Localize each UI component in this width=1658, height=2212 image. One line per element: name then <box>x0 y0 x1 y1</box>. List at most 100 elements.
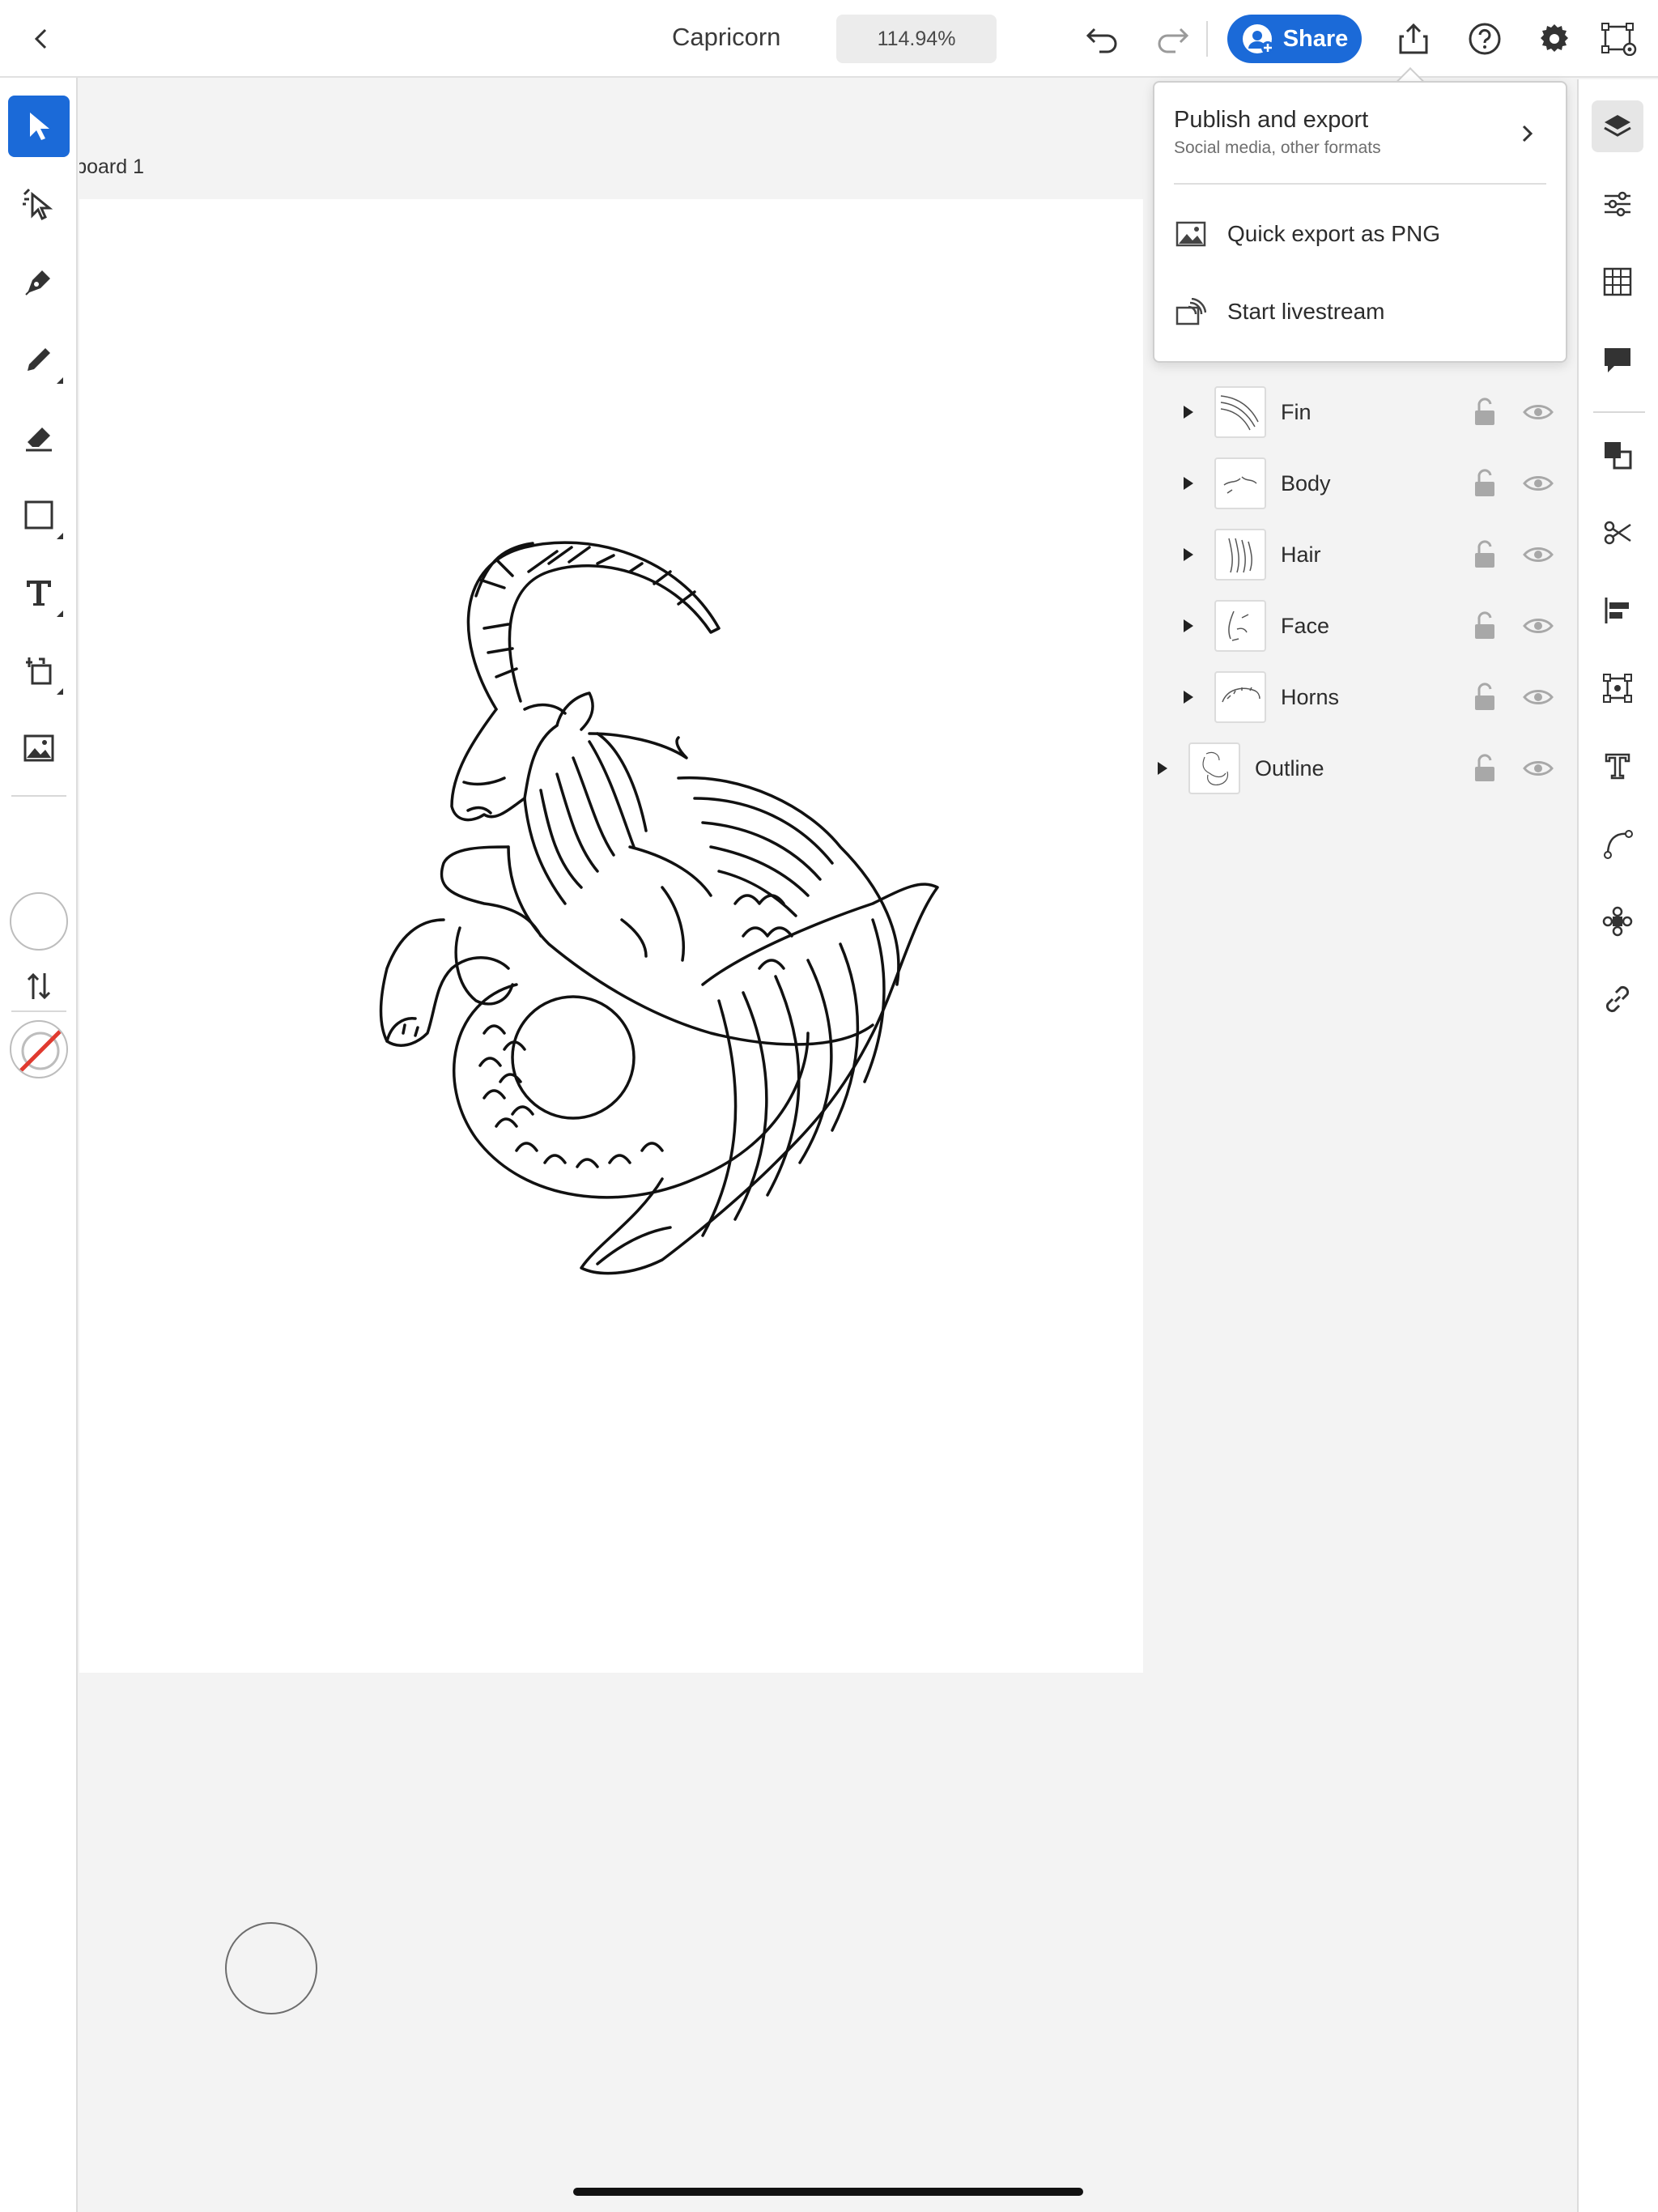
layer-thumbnail <box>1214 529 1266 581</box>
pen-nib-icon <box>25 270 50 296</box>
layer-name: Face <box>1281 613 1330 638</box>
artboard[interactable] <box>79 199 1143 1673</box>
tool-bar <box>0 78 78 2212</box>
repeat-button[interactable] <box>1592 895 1643 947</box>
swap-arrows-icon <box>27 972 51 1000</box>
share-button[interactable]: Share <box>1227 15 1362 63</box>
back-button[interactable] <box>23 19 62 58</box>
direct-selection-tool[interactable] <box>8 173 70 235</box>
touch-shortcut[interactable] <box>225 1922 317 2014</box>
type-tool[interactable] <box>8 562 70 623</box>
comments-button[interactable] <box>1592 334 1643 385</box>
layer-row-fin[interactable]: Fin <box>1143 376 1577 448</box>
fill-color-swatch[interactable] <box>10 892 68 951</box>
unlock-icon[interactable] <box>1469 752 1501 785</box>
toolbar-divider <box>11 795 66 797</box>
transform-button[interactable] <box>1592 662 1643 714</box>
preview-button[interactable] <box>1598 18 1640 60</box>
layer-thumbnail <box>1214 671 1266 723</box>
unlock-icon[interactable] <box>1469 610 1501 642</box>
submenu-indicator <box>57 533 63 539</box>
layers-panel-button[interactable] <box>1592 100 1643 152</box>
layer-row-hair[interactable]: Hair <box>1143 519 1577 590</box>
unlock-icon[interactable] <box>1469 467 1501 500</box>
layer-name: Outline <box>1255 755 1324 781</box>
publish-export-title: Publish and export <box>1174 107 1369 133</box>
capricorn-illustration[interactable] <box>355 466 1067 1357</box>
shape-tool[interactable] <box>8 484 70 546</box>
layer-thumbnail <box>1214 386 1266 438</box>
scissors-icon <box>1604 521 1631 545</box>
quick-export-label: Quick export as PNG <box>1227 221 1440 246</box>
livestream-icon <box>1174 295 1208 329</box>
scissors-button[interactable] <box>1592 507 1643 559</box>
pencil-icon <box>28 348 50 371</box>
layer-row-horns[interactable]: Horns <box>1143 661 1577 733</box>
rectangle-icon <box>24 500 53 530</box>
layer-thumbnail <box>1214 457 1266 509</box>
artboard-label[interactable]: Artboard 1 <box>79 155 144 179</box>
submenu-indicator <box>57 688 63 695</box>
layer-row-face[interactable]: Face <box>1143 590 1577 661</box>
settings-button[interactable] <box>1533 18 1575 60</box>
expand-caret-icon[interactable] <box>1184 619 1193 632</box>
redo-button[interactable] <box>1151 18 1193 60</box>
unlock-icon[interactable] <box>1469 681 1501 713</box>
visibility-eye-icon[interactable] <box>1520 610 1556 642</box>
layer-row-outline[interactable]: Outline <box>1143 733 1577 804</box>
properties-button[interactable] <box>1592 178 1643 230</box>
transform-icon <box>26 657 52 685</box>
eraser-tool[interactable] <box>8 406 70 468</box>
artboard-preview-icon <box>1601 23 1637 56</box>
layer-row-body[interactable]: Body <box>1143 448 1577 519</box>
comment-icon <box>1605 348 1630 372</box>
unlock-icon[interactable] <box>1469 396 1501 428</box>
visibility-eye-icon[interactable] <box>1520 467 1556 500</box>
grid-button[interactable] <box>1592 256 1643 308</box>
unlock-icon[interactable] <box>1469 538 1501 571</box>
expand-caret-icon[interactable] <box>1158 762 1167 775</box>
link-icon <box>1605 985 1630 1013</box>
toolbar-divider <box>11 1010 66 1012</box>
type-properties-button[interactable] <box>1592 740 1643 792</box>
arrange-button[interactable] <box>1592 429 1643 481</box>
zoom-level[interactable]: 114.94% <box>836 15 997 63</box>
expand-caret-icon[interactable] <box>1184 477 1193 490</box>
expand-caret-icon[interactable] <box>1184 548 1193 561</box>
help-icon <box>1469 23 1501 55</box>
place-image-tool[interactable] <box>8 717 70 779</box>
swap-fill-stroke-button[interactable] <box>8 955 70 1017</box>
start-livestream-item[interactable]: Start livestream <box>1174 283 1546 340</box>
sliders-icon <box>1605 191 1630 217</box>
publish-export-item[interactable]: Publish and export Social media, other f… <box>1174 107 1546 168</box>
canvas[interactable]: Artboard 1 <box>79 79 1143 2212</box>
help-button[interactable] <box>1464 18 1506 60</box>
expand-caret-icon[interactable] <box>1184 691 1193 704</box>
home-indicator[interactable] <box>573 2188 1083 2196</box>
layer-name: Hair <box>1281 542 1321 567</box>
quick-export-png-item[interactable]: Quick export as PNG <box>1174 206 1546 262</box>
export-popover: Publish and export Social media, other f… <box>1153 81 1567 363</box>
transform-tool[interactable] <box>8 640 70 701</box>
visibility-eye-icon[interactable] <box>1520 396 1556 428</box>
layer-name: Body <box>1281 470 1331 496</box>
align-button[interactable] <box>1592 585 1643 636</box>
top-bar: Capricorn 114.94% Share <box>0 0 1658 78</box>
visibility-eye-icon[interactable] <box>1520 752 1556 785</box>
visibility-eye-icon[interactable] <box>1520 538 1556 571</box>
bezier-path-icon <box>1604 830 1633 859</box>
expand-caret-icon[interactable] <box>1184 406 1193 419</box>
stroke-color-swatch[interactable] <box>10 1020 68 1078</box>
link-button[interactable] <box>1592 973 1643 1025</box>
text-box-icon <box>1605 753 1630 780</box>
document-title[interactable]: Capricorn <box>672 23 780 52</box>
invite-user-icon <box>1242 24 1274 54</box>
export-button[interactable] <box>1392 18 1435 60</box>
visibility-eye-icon[interactable] <box>1520 681 1556 713</box>
selection-tool[interactable] <box>8 96 70 157</box>
pen-tool[interactable] <box>8 251 70 313</box>
path-button[interactable] <box>1592 818 1643 870</box>
gear-icon <box>1541 24 1568 52</box>
pencil-tool[interactable] <box>8 329 70 390</box>
undo-button[interactable] <box>1082 18 1124 60</box>
